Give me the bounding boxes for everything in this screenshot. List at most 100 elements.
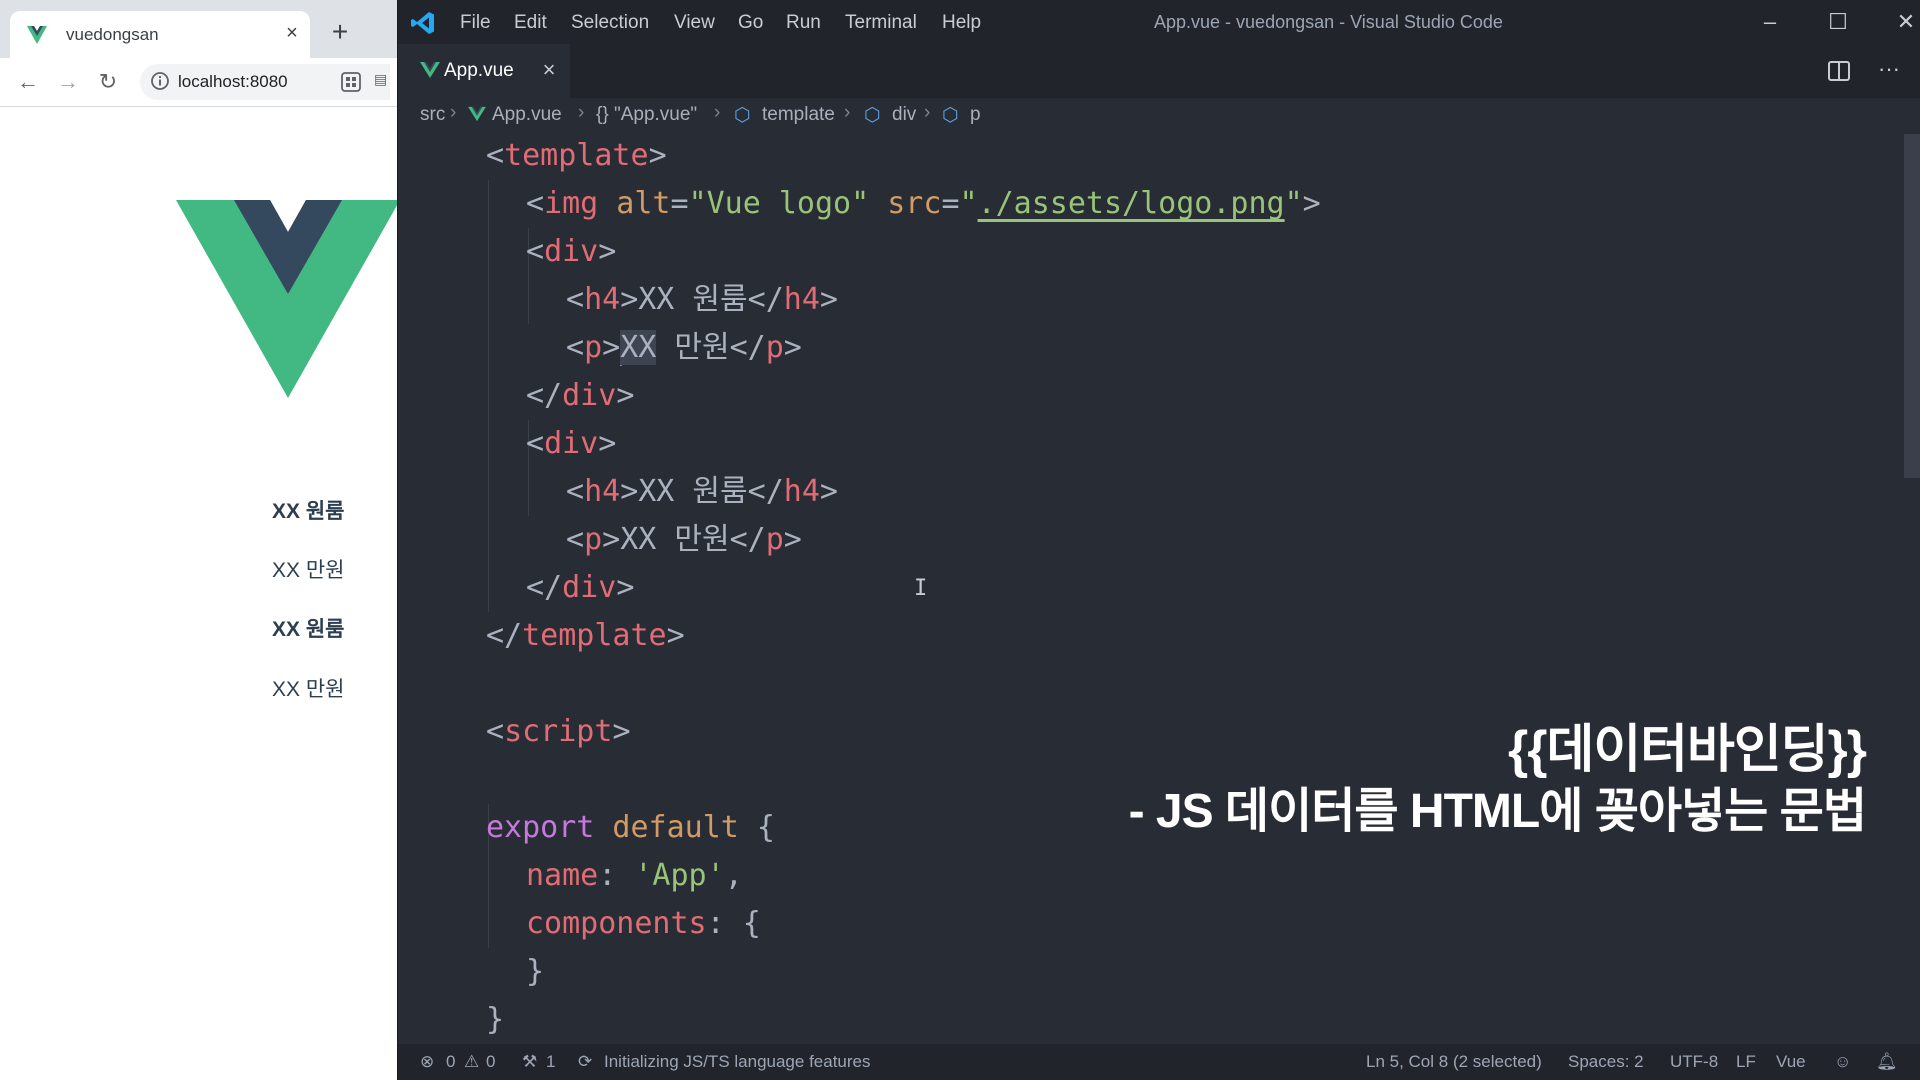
code-line: <div>	[526, 228, 616, 276]
scrollbar-thumb[interactable]	[1904, 134, 1920, 478]
text-selection[interactable]: XX	[620, 330, 657, 365]
minimize-icon[interactable]: –	[1748, 8, 1792, 36]
close-tab-icon[interactable]: ×	[280, 21, 304, 45]
code-line: <h4>XX 원룸</h4>	[566, 276, 838, 324]
code-token: >	[620, 474, 639, 509]
warning-icon[interactable]: ⚠	[464, 1052, 479, 1072]
language-mode[interactable]: Vue	[1776, 1052, 1806, 1072]
ibeam-cursor-icon: I	[914, 576, 928, 601]
code-token: <	[526, 426, 545, 461]
caption-subtitle: - JS 데이터를 HTML에 꽂아넣는 문법	[1128, 785, 1867, 838]
chevron-right-icon: ›	[578, 102, 585, 123]
code-token: >	[602, 330, 621, 365]
reload-icon[interactable]: ↻	[92, 66, 124, 98]
maximize-icon[interactable]: ☐	[1816, 8, 1860, 36]
code-token: =	[670, 186, 689, 221]
translate-icon[interactable]: ▤	[374, 71, 394, 93]
code-line: <script>	[486, 708, 631, 756]
error-count[interactable]: 0	[446, 1052, 455, 1072]
close-window-icon[interactable]: ✕	[1884, 8, 1920, 36]
code-token: >	[616, 378, 635, 413]
vue-favicon-icon	[27, 26, 47, 44]
breadcrumb-src[interactable]: src	[420, 104, 445, 126]
menu-file[interactable]: File	[460, 12, 491, 34]
menu-edit[interactable]: Edit	[514, 12, 547, 34]
split-editor-icon[interactable]	[1826, 58, 1852, 84]
code-token: </	[747, 282, 784, 317]
code-line: </div>	[526, 564, 634, 612]
more-actions-icon[interactable]: ···	[1874, 54, 1904, 84]
info-icon[interactable]	[150, 71, 170, 91]
code-token: >	[598, 426, 617, 461]
code-token: div	[562, 570, 617, 605]
line-endings[interactable]: LF	[1736, 1052, 1756, 1072]
code-link[interactable]: ./assets/logo.png	[978, 186, 1285, 221]
sync-icon: ⟳	[578, 1052, 593, 1071]
menu-go[interactable]: Go	[738, 12, 763, 34]
notifications-bell-icon[interactable]: 🔔︎	[1876, 1052, 1898, 1072]
menu-view[interactable]: View	[674, 12, 715, 34]
breadcrumb-div[interactable]: div	[892, 104, 916, 126]
menu-run[interactable]: Run	[786, 12, 821, 34]
browser-tab-title: vuedongsan	[66, 25, 159, 44]
error-icon[interactable]: ⊗	[420, 1052, 434, 1072]
code-token: >	[612, 714, 631, 749]
code-line: <div>	[526, 420, 616, 468]
breadcrumb-p[interactable]: p	[970, 104, 981, 126]
breadcrumb: src › App.vue › {} "App.vue" › ⬡ templat…	[398, 98, 1920, 132]
breadcrumb-module[interactable]: {} "App.vue"	[596, 104, 697, 126]
code-token: p	[584, 330, 603, 365]
code-line: <img alt="Vue logo" src="./assets/logo.p…	[526, 180, 1321, 228]
encoding[interactable]: UTF-8	[1670, 1052, 1718, 1072]
code-token: >	[648, 138, 667, 173]
back-icon[interactable]: ←	[12, 66, 44, 98]
close-tab-icon[interactable]: ×	[538, 58, 560, 82]
editor-tab-app-vue[interactable]: App.vue ×	[398, 44, 570, 98]
code-token: div	[544, 426, 599, 461]
browser-tab-strip: vuedongsan × +	[0, 0, 397, 64]
ports-count[interactable]: 1	[546, 1052, 555, 1072]
address-bar[interactable]: localhost:8080 ▤	[140, 64, 390, 100]
code-token: >	[819, 282, 838, 317]
status-bar: ⊗ 0 ⚠ 0 ⚒ 1 ⟳ Initializing JS/TS languag…	[398, 1044, 1920, 1080]
code-token: >	[783, 330, 802, 365]
code-line: </template>	[486, 612, 685, 660]
breadcrumb-file[interactable]: App.vue	[492, 104, 562, 126]
code-token: 만원	[656, 330, 730, 365]
menu-help[interactable]: Help	[942, 12, 981, 34]
breadcrumb-template[interactable]: template	[762, 104, 835, 126]
code-line: components: {	[526, 900, 761, 948]
code-token: :	[598, 858, 635, 893]
code-token: <	[566, 282, 585, 317]
code-line: <h4>XX 원룸</h4>	[566, 468, 838, 516]
warning-count[interactable]: 0	[486, 1052, 495, 1072]
cube-icon: ⬡	[942, 105, 959, 126]
language-server-status[interactable]: Initializing JS/TS language features	[604, 1052, 871, 1072]
cube-icon: ⬡	[734, 105, 751, 126]
code-token: =	[941, 186, 960, 221]
chevron-right-icon: ›	[450, 102, 457, 123]
feedback-icon[interactable]: ☺	[1834, 1052, 1851, 1072]
code-editor[interactable]: <template> <img alt="Vue logo" src="./as…	[398, 132, 1898, 1044]
code-token: </	[747, 474, 784, 509]
apps-grid-icon[interactable]	[340, 71, 362, 93]
tools-icon[interactable]: ⚒	[522, 1052, 537, 1072]
menu-selection[interactable]: Selection	[571, 12, 649, 34]
code-token: "Vue logo"	[688, 186, 870, 221]
menu-terminal[interactable]: Terminal	[845, 12, 917, 34]
code-line: }	[486, 996, 504, 1044]
code-line-active: <p>XX 만원</p>	[566, 324, 802, 372]
code-token: <	[566, 522, 585, 557]
forward-icon[interactable]: →	[52, 66, 84, 98]
code-token: >	[783, 522, 802, 557]
room-price: XX 만원	[272, 678, 345, 701]
code-line: name: 'App',	[526, 852, 743, 900]
code-token: >	[666, 618, 685, 653]
indentation[interactable]: Spaces: 2	[1568, 1052, 1644, 1072]
cursor-position[interactable]: Ln 5, Col 8 (2 selected)	[1366, 1052, 1542, 1072]
code-token: >	[1302, 186, 1321, 221]
code-token: img	[544, 186, 599, 221]
browser-tab[interactable]: vuedongsan ×	[10, 11, 310, 64]
new-tab-button[interactable]: +	[325, 17, 355, 47]
browser-window: vuedongsan × + ← → ↻ localhost:8080 ▤ XX…	[0, 0, 398, 1080]
